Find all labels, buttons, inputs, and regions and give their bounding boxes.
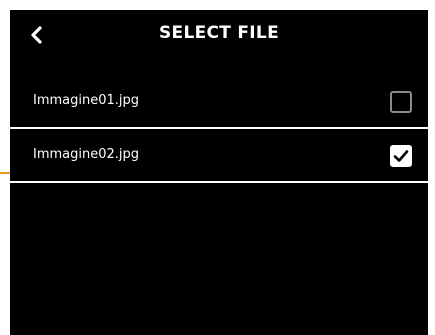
file-name: Immagine01.jpg — [33, 93, 140, 108]
page-title: SELECT FILE — [159, 23, 279, 43]
select-file-screen: SELECT FILE Immagine01.jpg Immagine02.jp… — [10, 10, 428, 335]
file-list: Immagine01.jpg Immagine02.jpg — [10, 75, 428, 183]
file-checkbox-unchecked[interactable] — [390, 91, 412, 113]
file-row-immagine02[interactable]: Immagine02.jpg — [10, 129, 428, 183]
header: SELECT FILE — [10, 10, 428, 62]
file-checkbox-checked[interactable] — [390, 145, 412, 167]
checkmark-icon — [393, 150, 409, 162]
file-row-immagine01[interactable]: Immagine01.jpg — [10, 75, 428, 129]
file-name: Immagine02.jpg — [33, 147, 140, 162]
